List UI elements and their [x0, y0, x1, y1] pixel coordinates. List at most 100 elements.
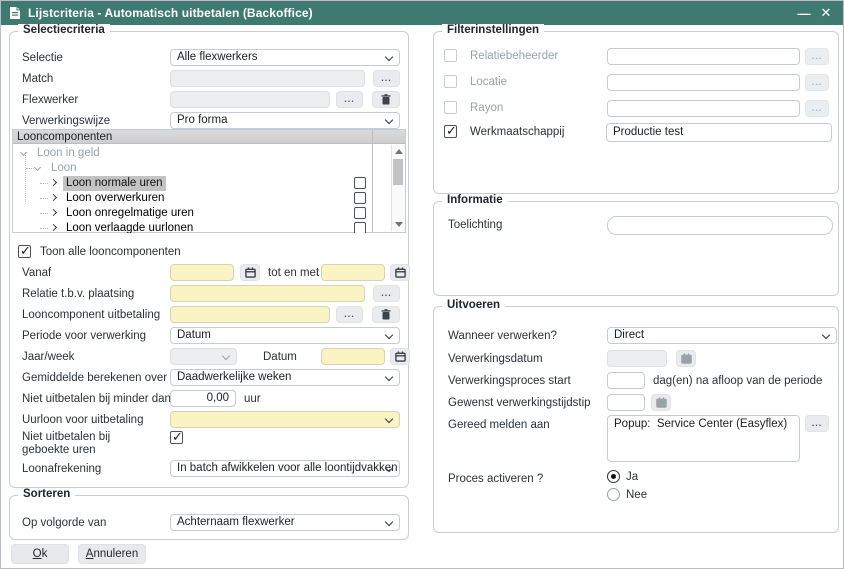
gewenst-tijdstip-label: Gewenst verwerkingstijdstip — [448, 395, 591, 412]
looncomponent-uitbetaling-input[interactable] — [170, 306, 330, 323]
rayon-checkbox — [444, 101, 457, 114]
tree-item-loon-verlaagde-uurlonen[interactable]: Loon verlaagde uurlonen — [13, 221, 389, 233]
tree-item-loon-in-geld[interactable]: Loon in geld — [13, 146, 389, 161]
trash-icon — [381, 309, 391, 320]
groupbox-uitvoeren: Uitvoeren Wanneer verwerken? Direct Verw… — [433, 306, 839, 533]
op-volgorde-select[interactable]: Achternaam flexwerker — [170, 514, 400, 531]
wanneer-verwerken-select[interactable]: Direct — [607, 327, 837, 344]
close-button[interactable]: ✕ — [815, 5, 837, 21]
vanaf-from-calendar-button[interactable] — [240, 264, 260, 281]
tree-item-loon-normale-uren[interactable]: Loon normale uren — [13, 176, 389, 191]
tot-en-met-label: tot en met — [268, 265, 319, 282]
toon-alle-checkbox[interactable] — [18, 245, 31, 258]
relatie-plaatsing-input[interactable] — [170, 285, 365, 302]
tree-item-checkbox[interactable] — [354, 192, 366, 204]
groupbox-legend: Sorteren — [18, 488, 75, 500]
expanded-chevron-icon[interactable] — [20, 149, 27, 156]
datum-calendar-button[interactable] — [390, 348, 410, 365]
toelichting-label: Toelichting — [448, 217, 502, 234]
op-volgorde-value: Achternaam flexwerker — [177, 516, 295, 528]
annuleren-button[interactable]: Annuleren — [78, 544, 146, 564]
werkmaatschappij-input[interactable]: Productie test — [606, 123, 832, 142]
gereed-melden-label: Gereed melden aan — [448, 417, 550, 434]
datum-input[interactable] — [321, 348, 385, 365]
relatiebeheerder-browse-button: ... — [805, 48, 829, 65]
tree-item-loon-onregelmatige-uren[interactable]: Loon onregelmatige uren — [13, 206, 389, 221]
flexwerker-browse-button[interactable]: ... — [336, 91, 363, 108]
groupbox-legend: Uitvoeren — [442, 299, 505, 311]
gemiddelde-label: Gemiddelde berekenen over — [22, 370, 167, 387]
proces-activeren-ja-radio[interactable] — [607, 470, 620, 483]
toon-alle-label: Toon alle looncomponenten — [40, 244, 181, 261]
gemiddelde-select[interactable]: Daadwerkelijke weken — [170, 369, 400, 386]
tree-scrollbar[interactable] — [391, 145, 404, 231]
groupbox-legend: Informatie — [442, 194, 508, 206]
tree-item-loon-overwerkuren[interactable]: Loon overwerkuren — [13, 191, 389, 206]
verwerkingswijze-select[interactable]: Pro forma — [170, 112, 400, 129]
minimize-button[interactable]: — — [793, 6, 815, 21]
periode-select[interactable]: Datum — [170, 327, 400, 344]
verwerkingsproces-start-suffix: dag(en) na afloop van de periode — [653, 373, 822, 390]
selectie-select[interactable]: Alle flexwerkers — [170, 49, 400, 66]
match-browse-button[interactable]: ... — [373, 70, 400, 87]
tree-item-label: Loon verlaagde uurlonen — [66, 221, 193, 233]
ok-button[interactable]: Ok — [11, 544, 69, 564]
toelichting-input[interactable] — [607, 216, 833, 235]
window-title: Lijstcriteria - Automatisch uitbetalen (… — [28, 6, 313, 20]
tree-item-label: Loon — [51, 161, 77, 176]
gereed-melden-browse-button[interactable]: ... — [805, 415, 829, 432]
verwerkingsdatum-input — [607, 350, 667, 367]
locatie-label: Locatie — [470, 74, 507, 91]
relatie-plaatsing-label: Relatie t.b.v. plaatsing — [22, 286, 134, 303]
uurloon-select[interactable] — [170, 411, 400, 428]
annuleren-button-rest: nnuleren — [93, 548, 138, 560]
werkmaatschappij-checkbox[interactable] — [444, 125, 457, 138]
tree-item-checkbox[interactable] — [354, 207, 366, 219]
scrollbar-thumb[interactable] — [393, 159, 403, 185]
verwerkingsproces-start-input[interactable] — [607, 372, 645, 389]
collapsed-chevron-icon[interactable] — [50, 224, 57, 231]
loonafrekening-select[interactable]: In batch afwikkelen voor alle loontijdva… — [170, 460, 400, 477]
vanaf-to-input[interactable] — [321, 264, 385, 281]
rayon-browse-button: ... — [805, 100, 829, 117]
vanaf-from-input[interactable] — [170, 264, 234, 281]
collapsed-chevron-icon[interactable] — [50, 179, 57, 186]
scroll-down-icon[interactable] — [395, 222, 403, 227]
expanded-chevron-icon[interactable] — [34, 164, 41, 171]
tree-item-checkbox[interactable] — [354, 222, 366, 233]
scroll-up-icon[interactable] — [395, 149, 403, 154]
tree-item-loon[interactable]: Loon — [13, 161, 389, 176]
chevron-down-icon — [385, 331, 393, 339]
titlebar: Lijstcriteria - Automatisch uitbetalen (… — [1, 1, 844, 25]
looncomponent-uitbetaling-browse-button[interactable]: ... — [336, 306, 363, 323]
proces-activeren-label: Proces activeren ? — [448, 471, 543, 488]
tree-item-checkbox[interactable] — [354, 177, 366, 189]
proces-activeren-nee-radio[interactable] — [607, 488, 620, 501]
document-icon — [9, 6, 21, 20]
chevron-down-icon — [385, 116, 393, 124]
gemiddelde-value: Daadwerkelijke weken — [177, 371, 291, 383]
gereed-melden-textarea[interactable]: Popup: Service Center (Easyflex) — [607, 415, 800, 462]
relatie-plaatsing-browse-button[interactable]: ... — [373, 285, 400, 302]
calendar-icon — [656, 397, 667, 408]
selectie-value: Alle flexwerkers — [177, 51, 258, 63]
calendar-icon — [395, 351, 406, 362]
gewenst-tijdstip-input[interactable] — [607, 394, 645, 411]
chevron-down-icon — [385, 518, 393, 526]
groupbox-legend: Filterinstellingen — [442, 24, 544, 36]
vanaf-to-calendar-button[interactable] — [390, 264, 410, 281]
looncomponent-uitbetaling-label: Looncomponent uitbetaling — [22, 307, 160, 324]
groupbox-informatie: Informatie Toelichting — [433, 201, 839, 296]
looncomponent-uitbetaling-clear-button[interactable] — [372, 306, 400, 323]
proces-activeren-nee-label: Nee — [626, 488, 647, 502]
tree-connector — [40, 228, 48, 229]
flexwerker-clear-button[interactable] — [372, 91, 400, 108]
verwerkingsdatum-label: Verwerkingsdatum — [448, 351, 543, 368]
collapsed-chevron-icon[interactable] — [50, 209, 57, 216]
collapsed-chevron-icon[interactable] — [50, 194, 57, 201]
niet-uitbetalen-minder-input[interactable]: 0,00 — [170, 390, 236, 407]
calendar-icon — [681, 353, 692, 364]
tree-connector — [26, 168, 34, 169]
proces-activeren-ja-label: Ja — [626, 470, 638, 484]
niet-uitbetalen-geboekt-checkbox[interactable] — [170, 431, 183, 444]
